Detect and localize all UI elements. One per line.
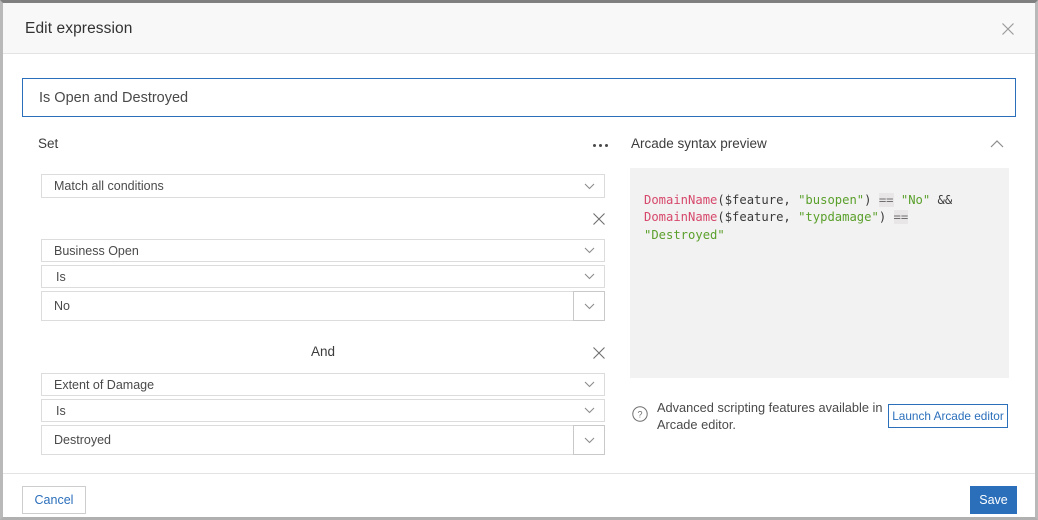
chevron-up-icon[interactable] [986,135,1008,155]
chevron-down-icon [574,381,604,388]
condition-1-field-select[interactable]: Business Open [41,239,605,262]
chevron-down-icon [574,183,604,190]
question-circle-icon: ? [631,405,649,423]
footer-divider [3,473,1035,474]
chevron-down-icon[interactable] [573,291,605,321]
condition-2-value-field[interactable]: Destroyed [41,425,573,455]
condition-join-label: And [310,344,336,359]
condition-1-value: No [54,299,70,313]
condition-2-operator-select[interactable]: Is [41,399,605,422]
condition-2-operator-value: Is [56,403,66,418]
save-button[interactable]: Save [970,486,1017,514]
chevron-down-icon[interactable] [573,425,605,455]
condition-1-operator-select[interactable]: Is [41,265,605,288]
match-conditions-select[interactable]: Match all conditions [41,174,605,198]
launch-arcade-editor-button[interactable]: Launch Arcade editor [888,404,1008,428]
svg-text:?: ? [637,410,642,420]
condition-2-value-combobox[interactable]: Destroyed [41,425,605,455]
arcade-code-preview: DomainName($feature, "busopen") == "No" … [630,168,1009,378]
cancel-button[interactable]: Cancel [22,486,86,514]
condition-1-field-value: Business Open [54,243,139,258]
edit-expression-dialog: Edit expression Set Match all conditions… [0,0,1038,520]
advanced-scripting-text: Advanced scripting features available in… [657,400,883,433]
page-title: Edit expression [25,20,133,37]
condition-2-field-value: Extent of Damage [54,377,155,392]
match-conditions-value: Match all conditions [54,179,164,193]
condition-2-value: Destroyed [54,433,111,447]
set-heading: Set [38,136,59,151]
ellipsis-icon[interactable] [588,135,612,155]
dialog-titlebar: Edit expression [3,3,1035,54]
condition-1-operator-value: Is [56,269,66,284]
remove-condition-1-icon[interactable] [588,208,610,230]
condition-2-field-select[interactable]: Extent of Damage [41,373,605,396]
chevron-down-icon [574,247,604,254]
expression-name-input[interactable] [22,78,1016,117]
close-icon[interactable] [995,16,1021,42]
remove-condition-2-icon[interactable] [588,342,610,364]
condition-1-value-field[interactable]: No [41,291,573,321]
chevron-down-icon [574,273,604,280]
arcade-preview-heading: Arcade syntax preview [631,136,767,151]
chevron-down-icon [574,407,604,414]
condition-1-value-combobox[interactable]: No [41,291,605,321]
